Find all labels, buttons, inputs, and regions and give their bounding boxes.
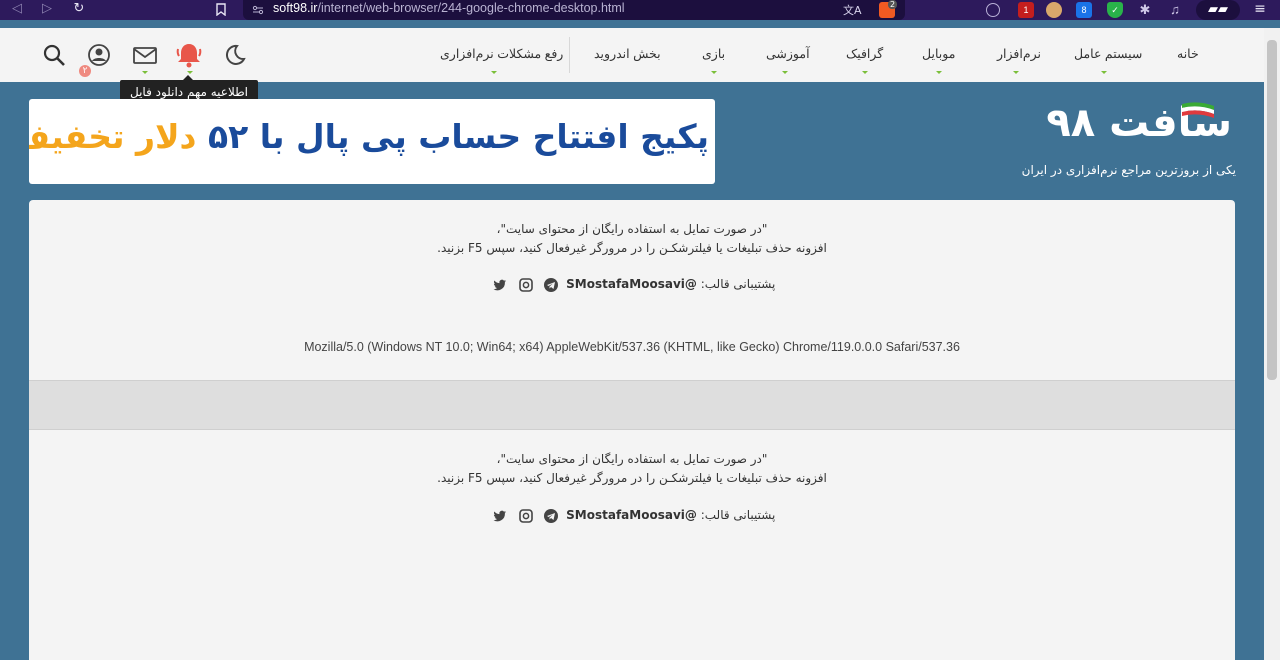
adblock-notice-line2: افزونه حذف تبلیغات یا فیلترشکـن را در مر… [437,471,827,485]
support-label: پشتیبانی قالب: [700,508,776,522]
browser-toolbar: ◁ ▷ ↻ soft98.ir/internet/web-browser/244… [0,0,1280,20]
translate-icon[interactable]: 文A [843,2,862,18]
media-music-icon[interactable]: ♫ [1167,2,1183,18]
extension-avatar-icon[interactable] [1046,2,1062,18]
chevron-down-icon [491,71,497,74]
menu-item-android[interactable]: بخش اندروید [594,46,661,61]
twitter-icon[interactable] [493,509,507,523]
menu-item-software[interactable]: نرم‌افزار [997,46,1041,61]
moon-icon[interactable] [220,41,248,69]
extension-translate-icon[interactable]: 8 [1076,2,1092,18]
ext-badge-2: 8 [1081,5,1087,15]
chevron-down-icon [1013,71,1019,74]
reload-icon[interactable]: ↻ [70,0,88,20]
user-agent-string: Mozilla/5.0 (Windows NT 10.0; Win64; x64… [304,340,960,354]
forward-icon[interactable]: ▷ [38,0,56,20]
extensions-puzzle-icon[interactable]: ✱ [1137,2,1153,18]
banner-text: پکیج افتتاح حساب پی پال با ۵۲ دلار تخفیف [29,117,709,156]
menu-item-education[interactable]: آموزشی [766,46,810,61]
adblock-notice: "در صورت تمایل به استفاده رایگان از محتو… [29,450,1235,488]
ext-badge-1: 1 [1023,5,1029,15]
chevron-down-icon [782,71,788,74]
share-icon[interactable] [986,3,1000,17]
url-text[interactable]: soft98.ir/internet/web-browser/244-googl… [273,1,625,15]
support-label: پشتیبانی قالب: [700,277,776,291]
content-panel-bottom: "در صورت تمایل به استفاده رایگان از محتو… [29,430,1235,660]
adblock-notice: "در صورت تمایل به استفاده رایگان از محتو… [29,220,1235,258]
site-tagline: یکی از بروزترین مراجع نرم‌افزاری در ایرا… [1021,163,1236,177]
mail-icon[interactable] [131,41,159,69]
theme-support: پشتیبانی قالب: SMostafaMoosavi@ [29,508,1235,523]
address-bar[interactable]: soft98.ir/internet/web-browser/244-googl… [243,0,905,20]
extension-ublock-icon[interactable]: 1 [1018,2,1034,18]
chevron-down-icon [711,71,717,74]
chevron-down-icon [142,71,148,74]
chevron-down-icon [862,71,868,74]
instagram-icon[interactable] [518,277,533,292]
scrollbar-thumb[interactable] [1267,40,1277,380]
notification-badge: ۲ [79,65,91,77]
chevron-down-icon [187,71,193,74]
brave-shield-icon[interactable]: 2 [879,0,898,18]
banner-text-blue: پکیج افتتاح حساب پی پال با [259,117,709,156]
instagram-icon[interactable] [518,508,533,523]
private-window-icon[interactable]: ▰▰ [1196,0,1240,20]
adblock-notice-line2: افزونه حذف تبلیغات یا فیلترشکـن را در مر… [437,241,827,255]
menu-hamburger-icon[interactable]: ≡ [1251,0,1269,20]
menu-item-troubleshoot[interactable]: رفع مشکلات نرم‌افزاری [440,46,563,61]
content-panel-top: "در صورت تمایل به استفاده رایگان از محتو… [29,200,1235,380]
menu-item-mobile[interactable]: موبایل [922,46,955,61]
theme-support: پشتیبانی قالب: SMostafaMoosavi@ [29,277,1235,292]
menu-item-os[interactable]: سیستم عامل [1074,46,1142,61]
brave-badge: 2 [888,0,898,9]
bell-icon[interactable] [175,41,203,69]
url-host: soft98.ir [273,1,318,15]
menu-item-graphics[interactable]: گرافیک [846,46,883,61]
chevron-down-icon [1101,71,1107,74]
twitter-icon[interactable] [493,278,507,292]
bookmark-icon[interactable] [212,0,230,20]
telegram-icon[interactable] [544,508,559,523]
extension-shield-icon[interactable]: ✓ [1107,2,1123,18]
back-icon[interactable]: ◁ [8,0,26,20]
banner-number: ۵۲ [207,117,249,156]
menu-divider [569,37,570,73]
url-path: /internet/web-browser/244-google-chrome-… [317,1,625,15]
telegram-icon[interactable] [544,277,559,292]
chevron-down-icon [936,71,942,74]
support-handle[interactable]: SMostafaMoosavi@ [566,508,697,522]
site-info-icon[interactable] [252,4,264,16]
adblock-notice-line1: "در صورت تمایل به استفاده رایگان از محتو… [496,222,768,236]
user-icon[interactable] [85,41,113,69]
menu-item-games[interactable]: بازی [702,46,725,61]
iran-flag-icon [1182,102,1214,118]
adblock-notice-line1: "در صورت تمایل به استفاده رایگان از محتو… [496,452,768,466]
menu-item-home[interactable]: خانه [1177,46,1199,61]
support-handle[interactable]: SMostafaMoosavi@ [566,277,697,291]
banner-text-orange: دلار تخفیف [29,117,197,156]
site-header: خانه سیستم عامل نرم‌افزار موبایل گرافیک … [0,28,1264,82]
ad-banner[interactable]: پکیج افتتاح حساب پی پال با ۵۲ دلار تخفیف [29,99,715,184]
content-divider [29,380,1235,430]
search-icon[interactable] [40,41,68,69]
